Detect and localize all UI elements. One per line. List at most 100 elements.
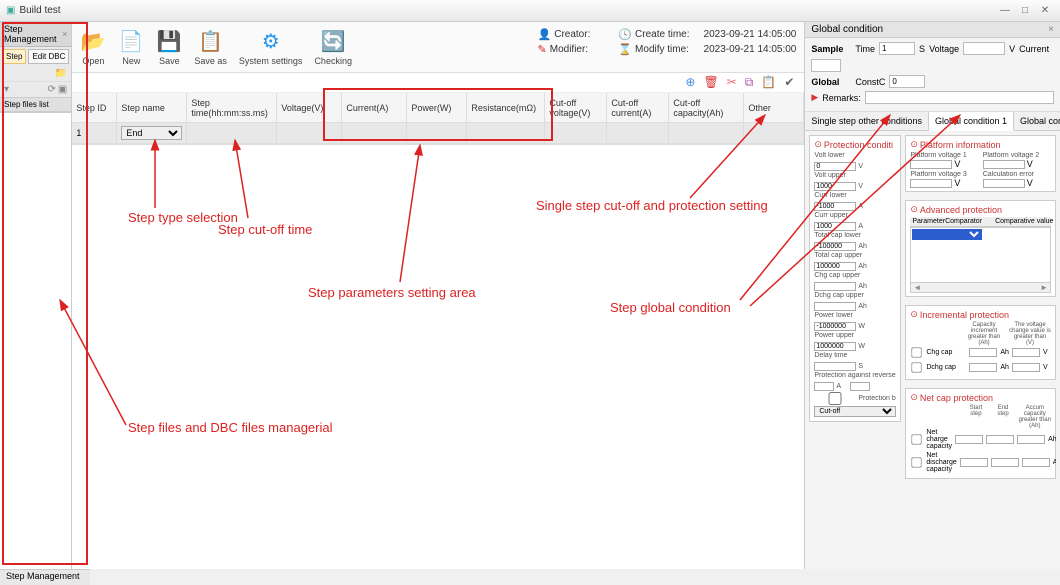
tab-edit-dbc[interactable]: Edit DBC — [28, 49, 69, 64]
tree-icon[interactable]: ▾ — [4, 84, 9, 95]
plat-v1-input[interactable] — [910, 160, 952, 169]
maximize-icon[interactable]: □ — [1016, 5, 1034, 16]
row1-res[interactable] — [467, 123, 545, 144]
left-title-text: Step Management — [4, 24, 62, 44]
row1-power[interactable] — [407, 123, 467, 144]
dchg-check[interactable] — [912, 362, 922, 372]
volt-upper-input[interactable] — [814, 182, 856, 191]
sample-curr-input[interactable] — [811, 59, 841, 72]
chg-v-input[interactable] — [1012, 348, 1040, 357]
cutoff-select[interactable]: Cut-off — [814, 406, 896, 417]
add-row-icon[interactable]: ⊕ — [685, 75, 695, 90]
col-cutcurr: Cut-off current(A) — [607, 93, 669, 123]
curr-upper-input[interactable] — [814, 222, 856, 231]
cut-icon[interactable]: ✂ — [727, 75, 737, 90]
close-icon[interactable]: ✕ — [1036, 5, 1054, 16]
dchg-v-input[interactable] — [1012, 363, 1040, 372]
modify-label: Modify time: — [635, 44, 689, 55]
copy-icon[interactable]: ⧉ — [745, 75, 754, 90]
param-select[interactable] — [912, 229, 982, 240]
remarks-input[interactable] — [865, 91, 1054, 104]
row1-current[interactable] — [342, 123, 407, 144]
row1-name[interactable]: End — [117, 123, 187, 144]
titlebar: ▣ Build test — □ ✕ — [0, 0, 1060, 22]
row-toolstrip: ⊕ 🗑 ✂ ⧉ 📋 ✔ — [72, 73, 804, 93]
row1-other[interactable] — [744, 123, 804, 144]
volt-lower-input[interactable] — [814, 162, 856, 171]
delete-row-icon[interactable]: 🗑 — [703, 75, 718, 90]
scroll-right-icon[interactable]: ► — [1040, 283, 1048, 292]
pwr-lower-input[interactable] — [814, 322, 856, 331]
person-icon: 👤 — [538, 28, 552, 41]
row1-cutvolt[interactable] — [545, 123, 607, 144]
constc-input[interactable] — [889, 75, 925, 88]
netdchg-start-input[interactable] — [960, 458, 988, 467]
curr-lower-input[interactable] — [814, 202, 856, 211]
circle-icon: ⊙ — [910, 392, 918, 403]
calc-err-input[interactable] — [983, 179, 1025, 188]
checking-button[interactable]: 🔄Checking — [314, 28, 352, 66]
cap-upper-input[interactable] — [814, 262, 856, 271]
check-icon[interactable]: ✔ — [784, 75, 794, 90]
step-type-select[interactable]: End — [121, 126, 182, 140]
reverse-input[interactable] — [814, 382, 834, 391]
pin-icon[interactable]: × — [1048, 24, 1054, 35]
new-button[interactable]: 📄New — [118, 28, 144, 66]
step-files-title: Step files list — [0, 97, 71, 112]
netchg-cap-input[interactable] — [1017, 435, 1045, 444]
netchg-start-input[interactable] — [955, 435, 983, 444]
tab-single-step[interactable]: Single step other conditions — [805, 112, 929, 130]
cap-lower-input[interactable] — [814, 242, 856, 251]
netchg-check[interactable] — [912, 434, 922, 444]
refresh-icon[interactable]: ⟳ — [48, 84, 56, 95]
dchg-ah-input[interactable] — [969, 363, 997, 372]
steps-table: Step ID Step name Step time(hh:mm:ss.ms)… — [72, 93, 804, 145]
step-files-list[interactable] — [0, 112, 71, 569]
row1-time[interactable] — [187, 123, 277, 144]
row1-cutcurr[interactable] — [607, 123, 669, 144]
protection-title: Protection conditi — [824, 140, 893, 150]
pwr-upper-input[interactable] — [814, 342, 856, 351]
sample-volt-input[interactable] — [963, 42, 1005, 55]
plat-v2-input[interactable] — [983, 160, 1025, 169]
chg-check[interactable] — [912, 347, 922, 357]
save-small-icon[interactable]: ▣ — [58, 84, 67, 95]
saveas-button[interactable]: 📋Save as — [194, 28, 227, 66]
row1-cutcap[interactable] — [669, 123, 744, 144]
clock-icon: 🕓 — [618, 28, 632, 41]
sample-time-input[interactable] — [879, 42, 915, 55]
row1-voltage[interactable] — [277, 123, 342, 144]
col-cutvolt: Cut-off voltage(V) — [545, 93, 607, 123]
board-check[interactable] — [814, 392, 856, 405]
circle-icon: ⊙ — [814, 139, 822, 150]
netdchg-cap-input[interactable] — [1022, 458, 1050, 467]
save-button[interactable]: 💾Save — [156, 28, 182, 66]
tab-global-1[interactable]: Global condition 1 — [929, 112, 1014, 131]
netchg-end-input[interactable] — [986, 435, 1014, 444]
advanced-grid[interactable] — [910, 227, 1051, 283]
open-button[interactable]: 📂Open — [80, 28, 106, 66]
remarks-label: Remarks: — [822, 93, 861, 103]
platform-title: Platform information — [920, 140, 1001, 150]
minimize-icon[interactable]: — — [996, 5, 1014, 16]
chg-cap-input[interactable] — [814, 282, 856, 291]
tab-step[interactable]: Step — [2, 49, 26, 64]
settings-button[interactable]: ⚙System settings — [239, 28, 303, 66]
chg-ah-input[interactable] — [969, 348, 997, 357]
advanced-title: Advanced protection — [920, 205, 1002, 215]
delay-input[interactable] — [814, 362, 856, 371]
folder-icon: 📂 — [80, 28, 106, 54]
dchg-cap-input[interactable] — [814, 302, 856, 311]
tab-global-2[interactable]: Global condition 2 — [1014, 112, 1060, 130]
collapse-icon[interactable]: × — [62, 29, 67, 39]
netdchg-end-input[interactable] — [991, 458, 1019, 467]
global-label: Global — [811, 77, 851, 87]
scroll-left-icon[interactable]: ◄ — [913, 283, 921, 292]
row1-id[interactable]: 1 — [72, 123, 117, 144]
advanced-panel: ⊙Advanced protection Parameter Comparato… — [905, 200, 1056, 297]
folder-add-icon[interactable]: 📁 — [55, 68, 67, 79]
col-cutcap: Cut-off capacity(Ah) — [669, 93, 744, 123]
plat-v3-input[interactable] — [910, 179, 952, 188]
netdchg-check[interactable] — [912, 457, 922, 467]
paste-icon[interactable]: 📋 — [761, 75, 776, 90]
